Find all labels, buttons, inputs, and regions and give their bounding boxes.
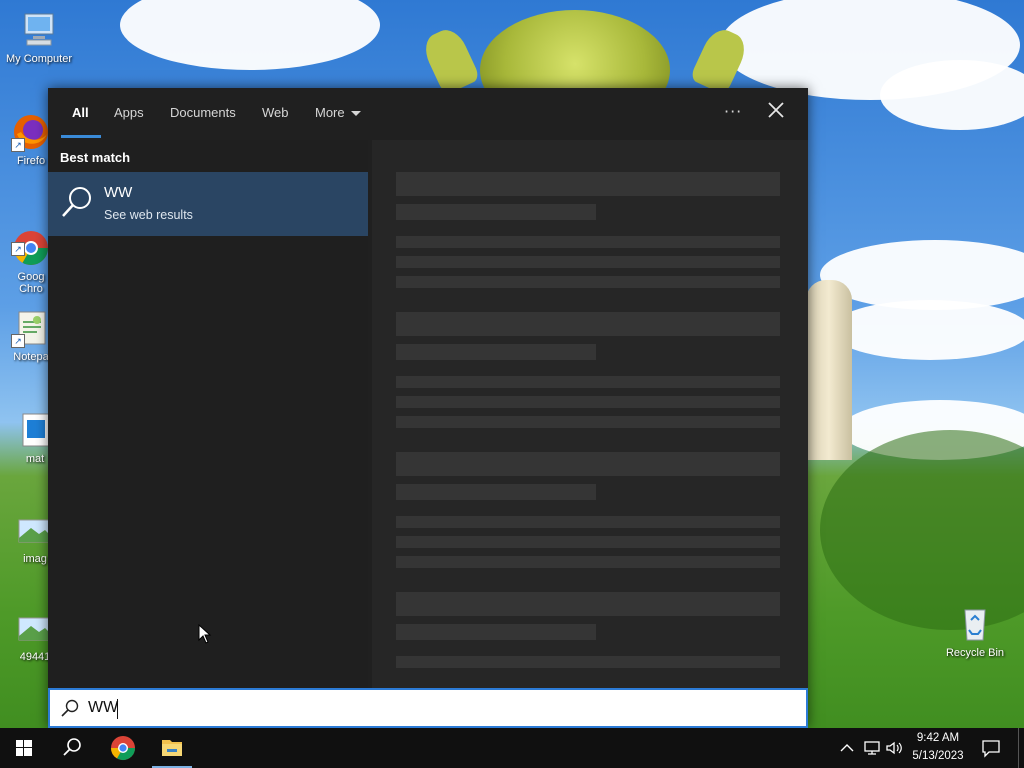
loading-placeholder xyxy=(396,172,780,196)
loading-placeholder xyxy=(396,312,780,336)
loading-placeholder xyxy=(396,556,780,568)
best-match-heading: Best match xyxy=(60,150,131,165)
tower xyxy=(806,280,852,460)
start-button[interactable] xyxy=(0,728,48,768)
active-tab-indicator xyxy=(61,135,101,138)
action-center-icon[interactable] xyxy=(980,738,1002,758)
loading-placeholder xyxy=(396,516,780,528)
desktop-icon-my-computer[interactable]: My Computer xyxy=(0,10,78,65)
firefox-icon: ↗ xyxy=(11,112,51,152)
text-cursor xyxy=(117,699,118,719)
results-column: Best match WW See web results xyxy=(48,140,368,688)
loading-placeholder xyxy=(396,416,780,428)
result-subtitle: See web results xyxy=(104,208,193,222)
cloud xyxy=(880,60,1024,130)
loading-placeholder xyxy=(396,256,780,268)
clock-time[interactable]: 9:42 AM xyxy=(906,732,970,744)
tab-web[interactable]: Web xyxy=(262,105,289,120)
mouse-pointer-icon xyxy=(198,623,212,644)
search-panel: All Apps Documents Web More ··· Best mat… xyxy=(48,88,808,728)
more-options-icon[interactable]: ··· xyxy=(724,102,742,121)
desktop-icon-label: Recycle Bin xyxy=(945,647,1005,659)
desktop: My Computer ↗ Firefo ↗ Goog Chro ↗ Notep… xyxy=(0,0,1024,768)
tab-more[interactable]: More xyxy=(315,105,361,120)
file-explorer-icon xyxy=(162,740,182,756)
chrome-icon xyxy=(111,736,135,761)
network-icon[interactable] xyxy=(862,738,882,758)
taskbar-search-button[interactable] xyxy=(48,728,96,768)
search-icon xyxy=(60,698,80,718)
windows-logo-icon xyxy=(16,740,32,756)
loading-placeholder xyxy=(396,344,596,360)
taskbar-chrome-button[interactable] xyxy=(99,728,147,768)
loading-placeholder xyxy=(396,396,780,408)
recycle-bin-icon xyxy=(955,604,995,644)
tab-apps[interactable]: Apps xyxy=(114,105,144,120)
shortcut-arrow-icon: ↗ xyxy=(11,334,25,348)
loading-placeholder xyxy=(396,204,596,220)
result-title: WW xyxy=(104,184,133,201)
tab-documents[interactable]: Documents xyxy=(170,105,236,120)
loading-placeholder xyxy=(396,536,780,548)
search-icon xyxy=(60,184,96,220)
preview-column-loading xyxy=(372,140,808,688)
taskbar-file-explorer-button[interactable] xyxy=(148,728,196,768)
chrome-icon: ↗ xyxy=(11,216,51,265)
desktop-icon-recycle-bin[interactable]: Recycle Bin xyxy=(936,604,1014,659)
search-icon xyxy=(63,738,81,756)
search-input[interactable]: WW xyxy=(48,688,808,728)
loading-placeholder xyxy=(396,592,780,616)
close-icon[interactable] xyxy=(764,98,788,122)
show-hidden-icons-chevron-icon[interactable] xyxy=(838,738,856,758)
tab-all[interactable]: All xyxy=(72,105,89,120)
computer-icon xyxy=(19,10,59,50)
loading-placeholder xyxy=(396,236,780,248)
loading-placeholder xyxy=(396,656,780,668)
search-input-value: WW xyxy=(88,699,119,716)
loading-placeholder xyxy=(396,376,780,388)
chevron-down-icon xyxy=(350,111,361,117)
shortcut-arrow-icon: ↗ xyxy=(11,138,25,152)
loading-placeholder xyxy=(396,484,596,500)
show-desktop-button[interactable] xyxy=(1018,728,1024,768)
cloud xyxy=(830,300,1024,360)
loading-placeholder xyxy=(396,452,780,476)
loading-placeholder xyxy=(396,624,596,640)
desktop-icon-label: My Computer xyxy=(5,53,73,65)
taskbar: 9:42 AM 5/13/2023 xyxy=(0,728,1024,768)
search-tabbar: All Apps Documents Web More ··· xyxy=(48,88,808,140)
best-match-result[interactable]: WW See web results xyxy=(48,172,368,236)
shortcut-arrow-icon: ↗ xyxy=(11,242,25,256)
clock-date[interactable]: 5/13/2023 xyxy=(906,750,970,762)
volume-icon[interactable] xyxy=(884,738,904,758)
cloud xyxy=(120,0,380,70)
hill-shadow xyxy=(820,430,1024,630)
ogre-ear xyxy=(419,24,481,96)
loading-placeholder xyxy=(396,276,780,288)
tab-more-label: More xyxy=(315,105,345,120)
notepad-icon: ↗ xyxy=(11,308,51,348)
